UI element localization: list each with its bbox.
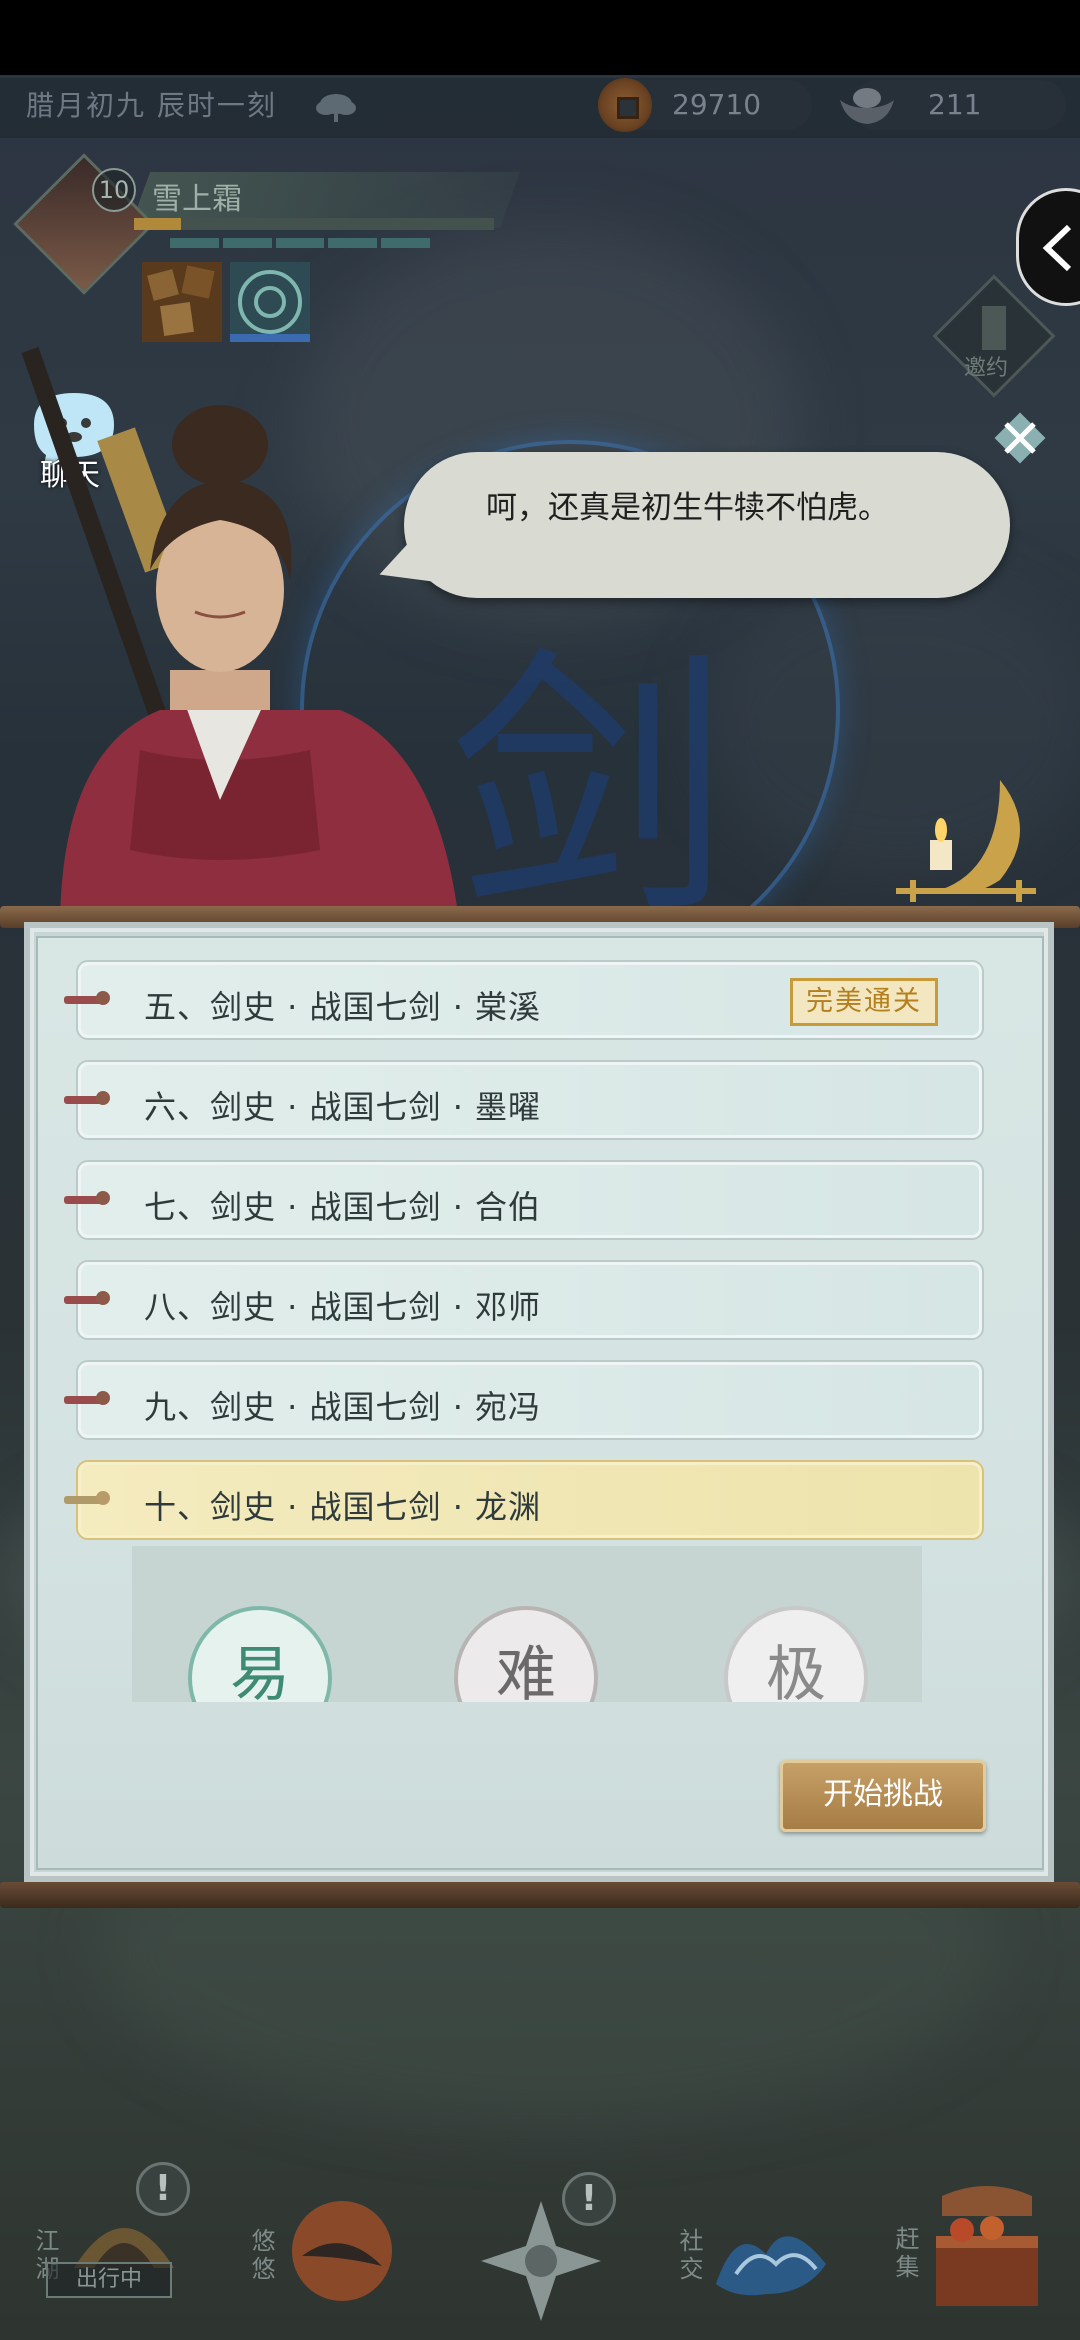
outing-status-label: 出行中	[46, 2262, 172, 2298]
perfect-clear-badge: 完美通关	[790, 978, 938, 1026]
stage-label: 九、剑史 · 战国七剑 · 宛冯	[144, 1388, 542, 1426]
stage-label: 五、剑史 · 战国七剑 · 棠溪	[144, 988, 542, 1026]
silver-ingot-icon	[840, 88, 894, 124]
invite-scroll-icon[interactable]	[924, 266, 1064, 406]
nav-market-label[interactable]: 赶集	[888, 2226, 923, 2282]
player-level-badge: 10	[92, 168, 136, 212]
nav-social-label[interactable]: 社交	[672, 2228, 707, 2284]
dialogue-text: 呵，还真是初生牛犊不怕虎。	[486, 490, 889, 526]
exp-bar	[134, 218, 494, 230]
stage-label: 八、剑史 · 战国七剑 · 邓师	[144, 1288, 542, 1326]
stage-pin	[64, 1191, 110, 1205]
youyou-bird-icon[interactable]	[282, 2196, 402, 2306]
stage-pin	[64, 1091, 110, 1105]
game-date: 腊月初九 辰时一刻	[26, 89, 277, 122]
ingot-amount: 211	[928, 88, 982, 121]
difficulty-extreme-button[interactable]: 极	[724, 1606, 868, 1702]
stamina-bar	[170, 238, 430, 248]
player-name: 雪上霜	[152, 182, 242, 217]
stage-pin	[64, 1491, 110, 1505]
nav-youyou-label[interactable]: 悠悠	[244, 2228, 279, 2284]
stage-pin	[64, 1291, 110, 1305]
invite-label[interactable]: 邀约	[964, 350, 1008, 382]
difficulty-selector: 易 难 极	[132, 1546, 922, 1702]
stage-pin	[64, 991, 110, 1005]
npc-character-portrait	[21, 347, 460, 930]
jianghu-alert-icon: !	[136, 2162, 190, 2216]
copper-coin-icon	[598, 78, 652, 132]
stage-label: 六、剑史 · 战国七剑 · 墨曜	[144, 1088, 542, 1126]
market-basket-icon[interactable]	[922, 2186, 1052, 2316]
difficulty-hard-button[interactable]: 难	[454, 1606, 598, 1702]
candle-moon-icon[interactable]	[890, 770, 1040, 910]
start-challenge-button[interactable]: 开始挑战	[780, 1760, 986, 1832]
cloud-icon	[316, 94, 356, 122]
exp-bar-fill	[134, 218, 181, 230]
difficulty-easy-button[interactable]: 易	[188, 1606, 332, 1702]
coin-amount: 29710	[672, 88, 762, 121]
center-alert-icon: !	[562, 2172, 616, 2226]
status-bar	[0, 0, 1080, 75]
scroll-roller-bottom	[0, 1882, 1080, 1908]
stage-pin	[64, 1391, 110, 1405]
stage-label: 十、剑史 · 战国七剑 · 龙渊	[144, 1488, 542, 1526]
social-wave-icon[interactable]	[706, 2204, 836, 2304]
crossed-swords-icon[interactable]	[990, 408, 1050, 468]
stage-label: 七、剑史 · 战国七剑 · 合伯	[144, 1188, 542, 1226]
